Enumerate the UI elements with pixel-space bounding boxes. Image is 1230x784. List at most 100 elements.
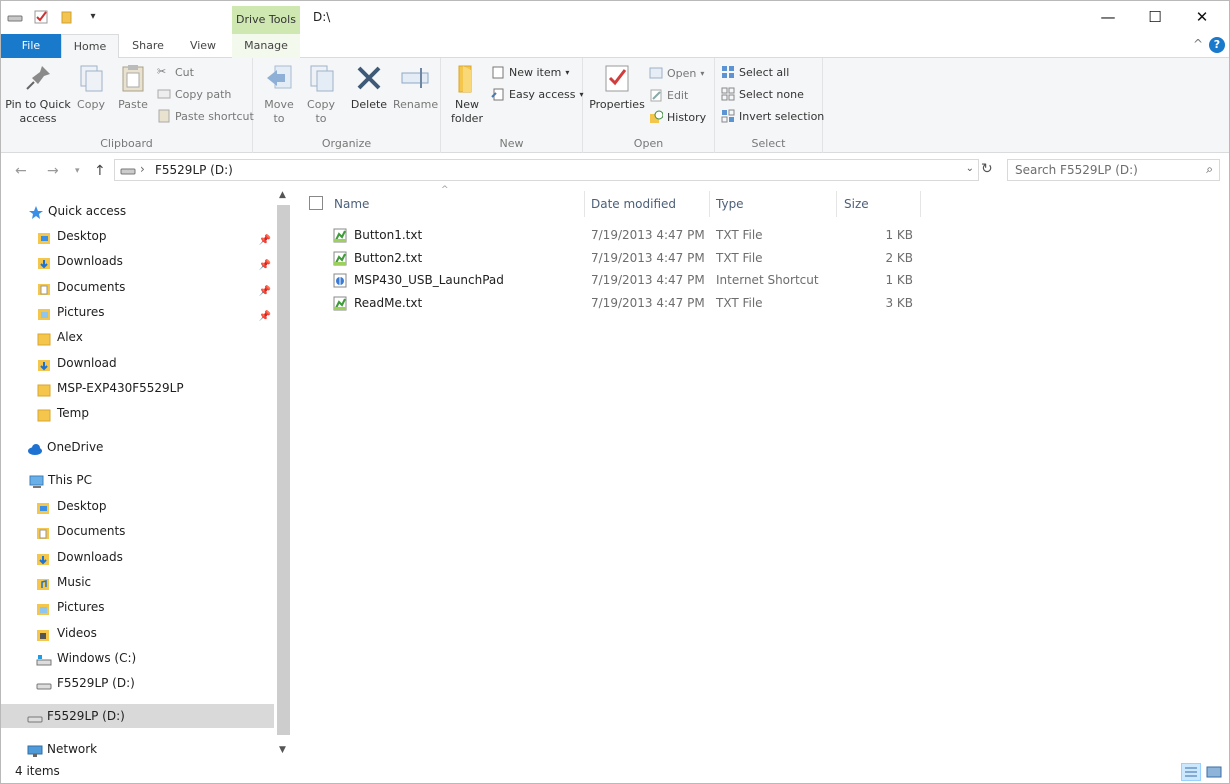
nav-selected-drive[interactable]: F5529LP (D:) [1,704,274,728]
copy-path-button[interactable]: Copy path [157,85,231,103]
pin-icon [26,66,50,90]
details-view-icon[interactable] [1181,763,1201,781]
new-item-button[interactable]: New item ▾ [491,63,569,81]
tab-view[interactable]: View [177,34,229,58]
nav-quick-item[interactable]: Temp [1,401,274,425]
nav-pc-item[interactable]: Videos [1,621,274,645]
file-row[interactable]: Button1.txt 7/19/2013 4:47 PM TXT File 1 KB [309,224,917,247]
open-label: Open [667,66,697,80]
new-folder-qat-icon[interactable] [59,9,75,25]
search-input[interactable]: Search F5529LP (D:) ⌕ [1007,159,1220,181]
select-all-checkbox[interactable] [309,196,323,210]
move-to-label: Move to [264,98,294,125]
properties-button[interactable]: Properties [589,62,645,112]
nav-quick-item-label: Alex [57,330,83,345]
file-row[interactable]: Button2.txt 7/19/2013 4:47 PM TXT File 2 KB [309,247,917,270]
invert-selection-button[interactable]: Invert selection [721,107,824,125]
nav-quick-item[interactable]: MSP-EXP430F5529LP [1,376,274,400]
tab-share[interactable]: Share [121,34,175,58]
column-name[interactable]: Name [334,191,369,217]
file-row[interactable]: ReadMe.txt 7/19/2013 4:47 PM TXT File 3 KB [309,292,917,315]
nav-pc-item[interactable]: Windows (C:) [1,646,274,670]
search-icon[interactable]: ⌕ [1206,162,1213,177]
back-arrow-icon[interactable]: ← [15,163,27,179]
refresh-icon[interactable]: ↻ [981,161,993,177]
nav-quick-item[interactable]: Download [1,351,274,375]
open-group-label: Open [633,137,664,150]
nav-quick-item[interactable]: Documents 📌 [1,275,274,299]
rename-button[interactable]: Rename [393,62,438,112]
forward-arrow-icon[interactable]: → [47,163,59,179]
column-size[interactable]: Size [844,191,869,217]
nav-network[interactable]: Network [1,737,274,761]
column-divider[interactable] [836,191,837,217]
downloads-folder-icon [37,356,51,371]
column-date-modified[interactable]: Date modified [591,191,676,217]
scroll-down-icon[interactable]: ▼ [279,745,286,755]
music-icon [36,575,50,590]
minimize-button[interactable]: — [1085,1,1131,33]
pin-quick-access-button[interactable]: Pin to Quick access [5,62,71,126]
nav-scroll-thumb[interactable] [277,205,290,735]
up-arrow-icon[interactable]: ↑ [94,163,106,179]
maximize-button[interactable]: ☐ [1132,1,1178,33]
recent-locations-icon[interactable]: ▾ [75,166,80,176]
collapse-ribbon-icon[interactable]: ^ [1193,37,1203,51]
customize-qat-icon[interactable]: ▾ [85,9,101,25]
new-folder-button[interactable]: New folder [445,62,489,126]
open-button[interactable]: Open ▾ [649,64,704,82]
explorer-window: ▾ Drive Tools D:\ — ☐ ✕ File Home Share … [0,0,1230,784]
paste-shortcut-button[interactable]: Paste shortcut [157,107,254,125]
scissors-icon: ✂ [157,65,167,78]
new-item-icon [491,65,505,79]
file-type: TXT File [716,250,763,265]
easy-access-label: Easy access [509,87,576,101]
close-button[interactable]: ✕ [1179,1,1225,33]
nav-quick-item[interactable]: Desktop 📌 [1,224,274,248]
invert-selection-icon [721,109,735,123]
address-bar[interactable]: › F5529LP (D:) ⌄ [114,159,979,181]
nav-onedrive[interactable]: OneDrive [1,435,274,459]
nav-quick-item[interactable]: Downloads 📌 [1,249,274,273]
tab-manage[interactable]: Manage [232,34,300,58]
column-type[interactable]: Type [716,191,744,217]
paste-shortcut-label: Paste shortcut [175,109,254,123]
nav-quick-access[interactable]: Quick access [1,199,274,223]
address-dropdown-icon[interactable]: ⌄ [966,163,974,174]
copy-button[interactable]: Copy [73,62,109,112]
move-to-button[interactable]: Move to [261,62,297,126]
cut-button[interactable]: ✂ Cut [157,63,194,81]
paste-button[interactable]: Paste [115,62,151,112]
scroll-up-icon[interactable]: ▲ [279,190,286,200]
delete-button[interactable]: Delete [349,62,389,112]
folder-folder-icon [37,330,51,346]
nav-quick-item[interactable]: Alex [1,325,274,349]
copy-to-button[interactable]: Copy to [303,62,339,126]
nav-pc-item[interactable]: Music [1,570,274,594]
rename-icon [401,68,429,88]
easy-access-button[interactable]: Easy access ▾ [491,85,584,103]
tab-home[interactable]: Home [61,34,119,59]
file-row[interactable]: MSP430_USB_LaunchPad 7/19/2013 4:47 PM Int… [309,269,917,292]
select-none-button[interactable]: Select none [721,85,804,103]
tab-file[interactable]: File [1,34,61,58]
properties-qat-icon[interactable] [33,9,49,25]
edit-button[interactable]: Edit [649,86,688,104]
nav-pc-item[interactable]: Desktop [1,494,274,518]
select-all-button[interactable]: Select all [721,63,789,81]
nav-pc-item[interactable]: Pictures [1,595,274,619]
text-file-icon [333,296,347,311]
column-divider[interactable] [920,191,921,217]
nav-this-pc[interactable]: This PC [1,468,274,492]
nav-pc-item[interactable]: Downloads [1,545,274,569]
breadcrumb-chevron-icon[interactable]: › [140,162,145,176]
history-button[interactable]: History [649,108,706,126]
nav-quick-item[interactable]: Pictures 📌 [1,300,274,324]
column-divider[interactable] [584,191,585,217]
large-icons-view-icon[interactable] [1204,763,1224,781]
nav-pc-item[interactable]: Documents [1,519,274,543]
help-icon[interactable]: ? [1209,37,1225,53]
column-divider[interactable] [709,191,710,217]
nav-pc-item[interactable]: F5529LP (D:) [1,671,274,695]
select-all-label: Select all [739,65,790,79]
